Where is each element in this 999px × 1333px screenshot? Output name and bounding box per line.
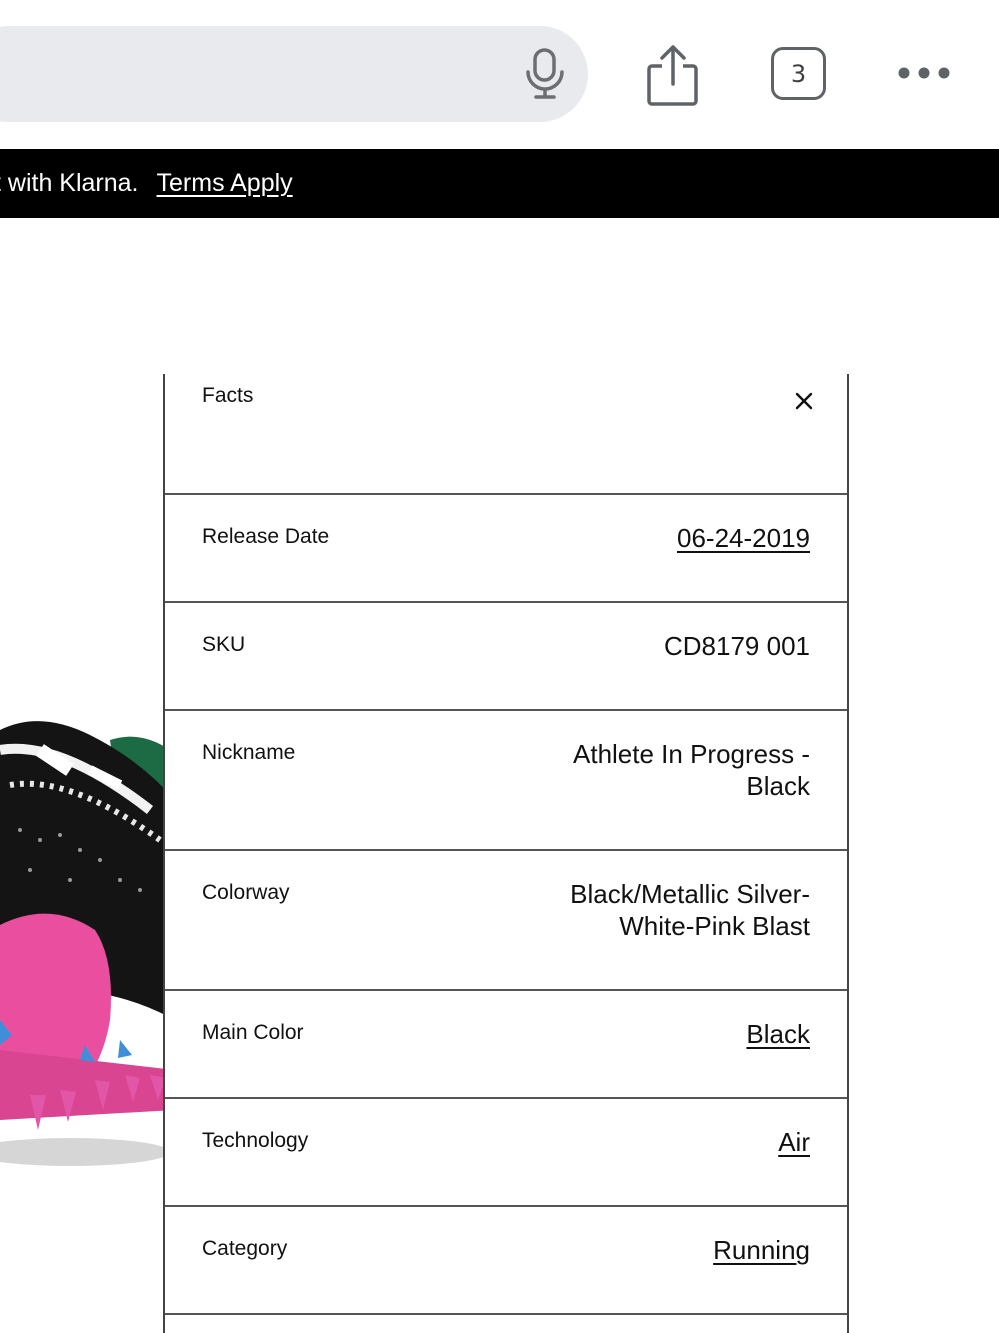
fact-row-nickname: Nickname Athlete In Progress - Black: [165, 711, 847, 851]
facts-panel: Facts Release Date 06-24-2019 SKU CD8179…: [163, 374, 849, 1333]
category-link[interactable]: Running: [510, 1234, 810, 1266]
fact-label: Category: [202, 1237, 288, 1260]
fact-row-release-date: Release Date 06-24-2019: [165, 495, 847, 603]
page: 3 t with Klarna. Terms Apply Facts Relea…: [0, 0, 999, 1333]
tabs-count: 3: [790, 59, 807, 88]
fact-row-category: Category Running: [165, 1207, 847, 1315]
main-color-link[interactable]: Black: [510, 1018, 810, 1050]
fact-row-sku: SKU CD8179 001: [165, 603, 847, 711]
fact-label: SKU: [202, 633, 246, 656]
facts-title: Facts: [202, 384, 254, 407]
fact-label: Release Date: [202, 525, 330, 548]
terms-apply-link[interactable]: Terms Apply: [157, 169, 293, 198]
fact-row-main-color: Main Color Black: [165, 991, 847, 1099]
fact-label: Technology: [202, 1129, 309, 1152]
address-bar[interactable]: [0, 26, 588, 122]
share-icon[interactable]: [642, 40, 704, 110]
fact-label: Nickname: [202, 741, 296, 764]
sku-value: CD8179 001: [664, 631, 810, 661]
fact-row-technology: Technology Air: [165, 1099, 847, 1207]
colorway-value: Black/Metallic Silver-White-Pink Blast: [570, 879, 810, 941]
microphone-icon[interactable]: [520, 46, 570, 102]
fact-row-colorway: Colorway Black/Metallic Silver-White-Pin…: [165, 851, 847, 991]
nickname-value: Athlete In Progress - Black: [573, 739, 810, 801]
technology-link[interactable]: Air: [510, 1126, 810, 1158]
fact-label: Colorway: [202, 881, 290, 904]
close-icon[interactable]: [789, 386, 819, 416]
tabs-count-button[interactable]: 3: [771, 47, 826, 100]
more-dots-icon[interactable]: [894, 62, 954, 84]
fact-label: Main Color: [202, 1021, 304, 1044]
facts-header: Facts: [165, 374, 847, 495]
klarna-banner: t with Klarna. Terms Apply: [0, 149, 999, 218]
browser-toolbar: 3: [0, 0, 999, 148]
product-image: [0, 690, 180, 1190]
banner-text: t with Klarna.: [0, 169, 139, 197]
release-date-link[interactable]: 06-24-2019: [510, 522, 810, 554]
